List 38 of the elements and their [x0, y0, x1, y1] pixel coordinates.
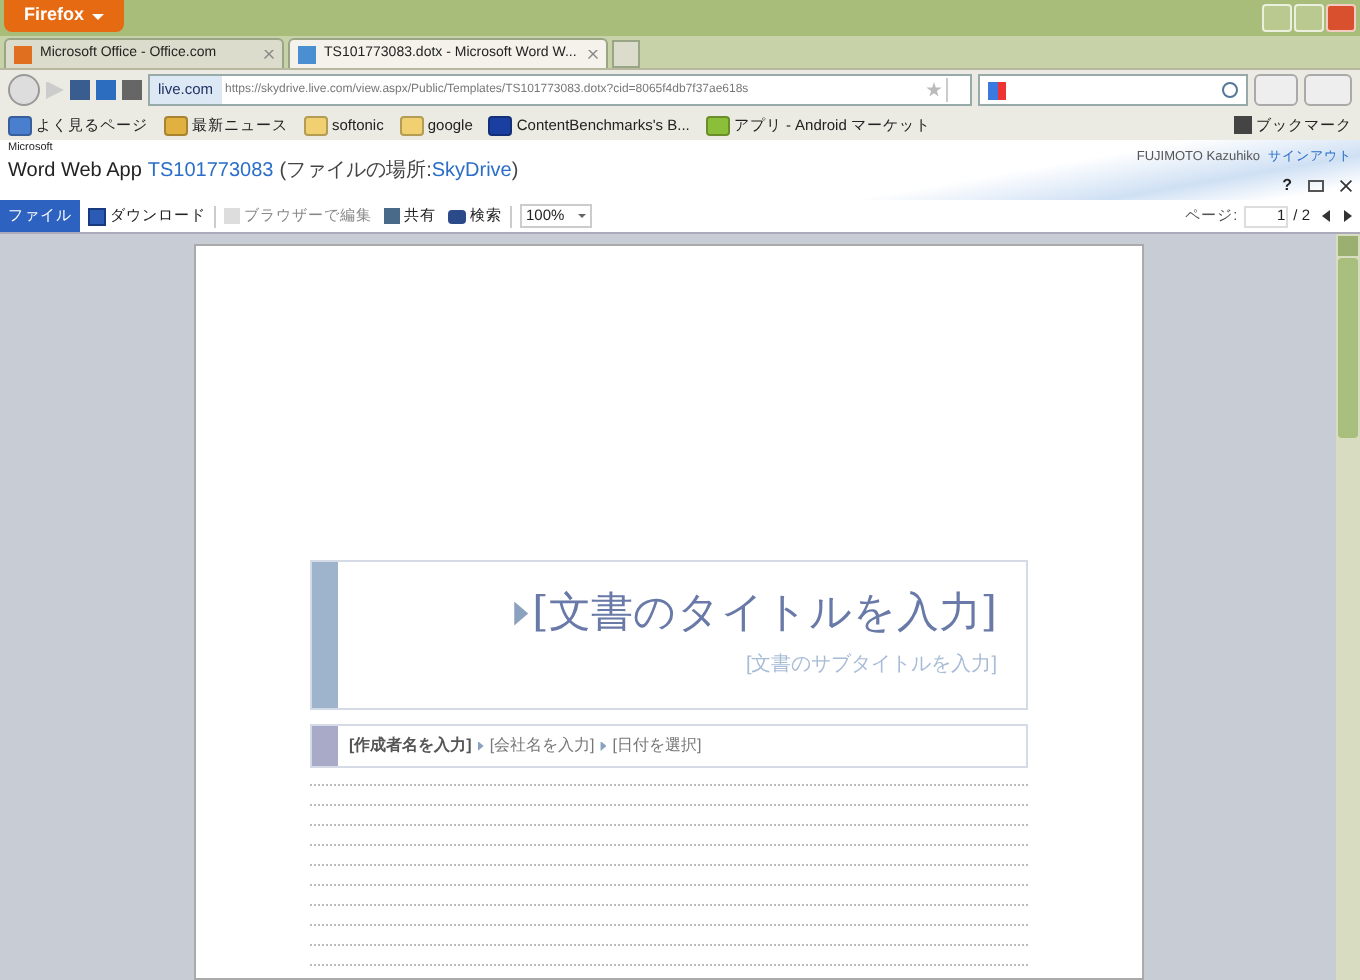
scroll-thumb[interactable]: [1338, 258, 1358, 438]
search-field[interactable]: [978, 74, 1248, 106]
folder-icon: [399, 115, 424, 135]
bookmark-icon: [8, 115, 32, 135]
bookmark-icon: [488, 115, 513, 135]
document-title: [文書のタイトルを入力]: [532, 586, 997, 640]
scrollbar[interactable]: [1336, 234, 1360, 980]
bookmark-icon: [705, 115, 730, 135]
caret-icon: [578, 214, 586, 218]
document-name: TS101773083: [147, 157, 274, 185]
close-icon[interactable]: [1340, 180, 1352, 192]
location-link[interactable]: SkyDrive: [431, 155, 512, 185]
page-icon: [298, 45, 316, 63]
help-button[interactable]: ?: [1282, 174, 1292, 198]
folder-icon: [304, 115, 328, 135]
location-prefix: (ファイルの場所:: [279, 157, 432, 185]
next-button[interactable]: [1304, 74, 1352, 106]
date-field: [日付を選択]: [612, 734, 702, 758]
next-page-icon[interactable]: [1344, 210, 1352, 222]
search-icon[interactable]: [1222, 82, 1238, 98]
popout-icon[interactable]: [1308, 180, 1324, 192]
maximize-button[interactable]: [1294, 4, 1324, 32]
location-suffix: ): [511, 157, 519, 185]
app-title: Word Web App: [8, 157, 142, 185]
caret-icon: [92, 13, 105, 19]
forward-icon[interactable]: [46, 81, 64, 99]
company-field: [会社名を入力]: [489, 734, 595, 758]
page-icon: [14, 45, 32, 63]
previous-page-icon[interactable]: [1322, 210, 1330, 222]
new-tab-button[interactable]: [612, 40, 640, 68]
close-button[interactable]: [1326, 4, 1356, 32]
scroll-up-icon[interactable]: [1338, 236, 1358, 256]
document-subtitle: [文書のサブタイトルを入力]: [745, 651, 997, 679]
bookmark-icon: [164, 115, 188, 135]
author-field: [作成者名を入力]: [349, 734, 472, 758]
minimize-button[interactable]: [1262, 4, 1292, 32]
info-accent-bar: [311, 726, 337, 766]
home-button[interactable]: [1254, 74, 1298, 106]
